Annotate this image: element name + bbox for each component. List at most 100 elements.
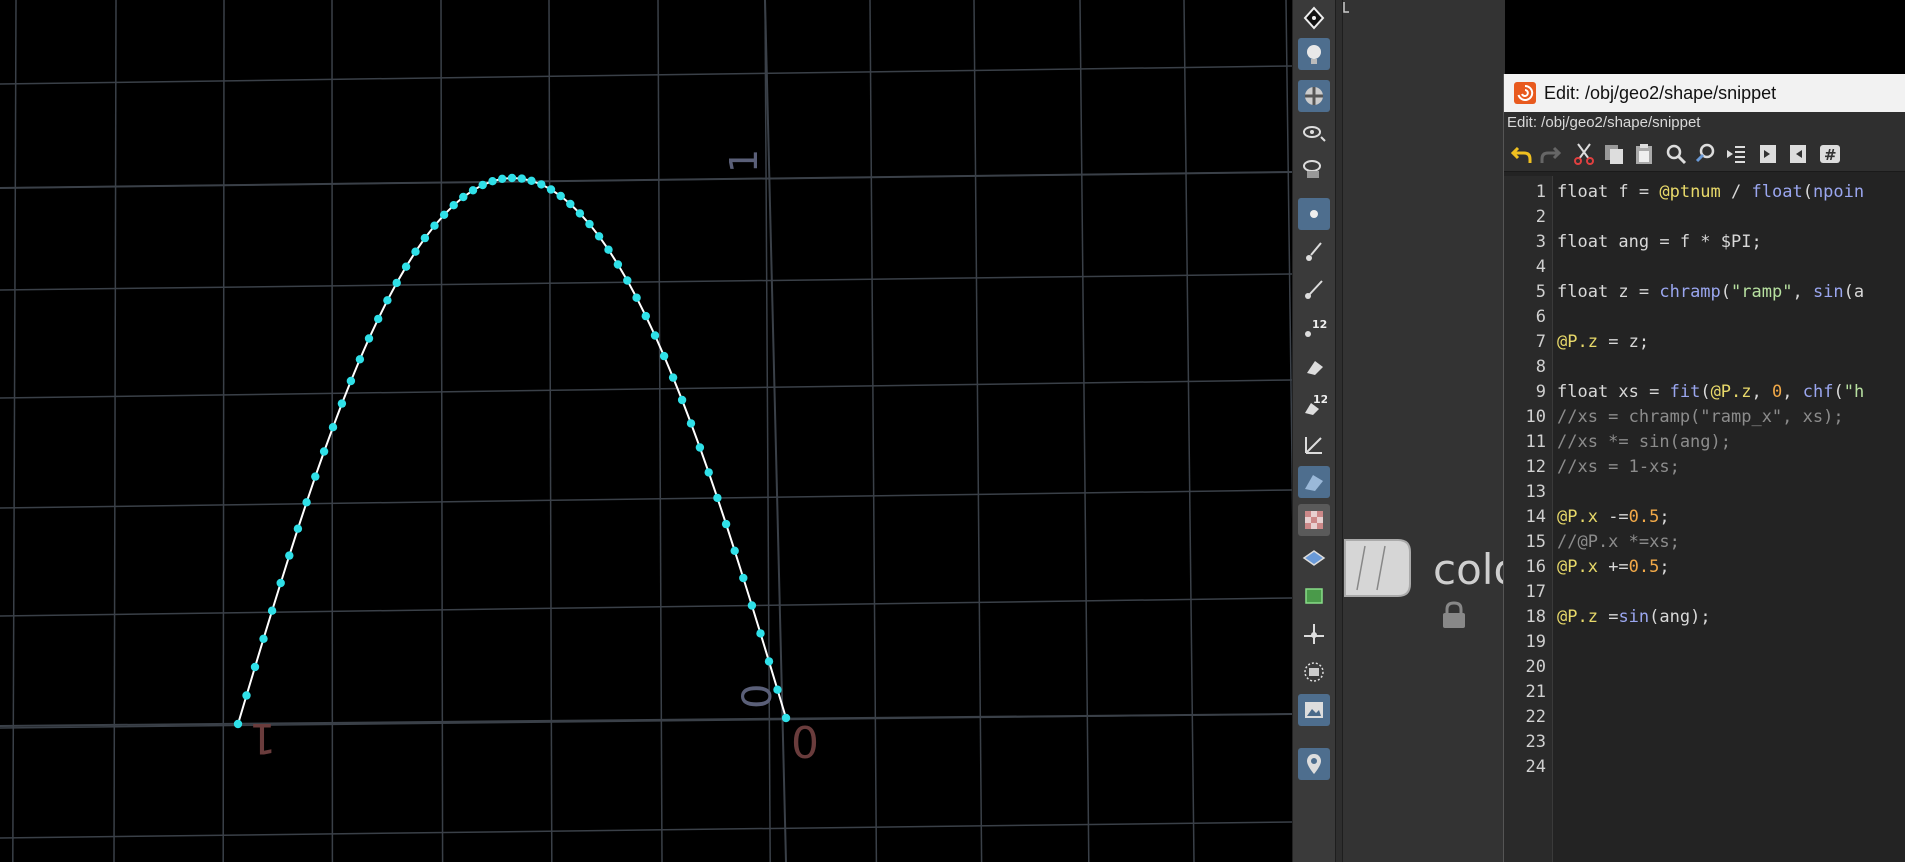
image-tool[interactable] — [1298, 694, 1330, 726]
code-token: , — [1792, 282, 1813, 302]
code-line[interactable]: //xs = chramp("ramp_x", xs); — [1557, 405, 1844, 430]
curve-point — [355, 355, 365, 364]
code-token: ; — [1659, 557, 1670, 577]
indent-button[interactable] — [1722, 140, 1750, 168]
curve-point — [527, 176, 536, 185]
curve-point — [537, 180, 546, 189]
pen-tool[interactable] — [1298, 274, 1330, 306]
find-button[interactable] — [1662, 140, 1690, 168]
code-token: -= — [1597, 507, 1629, 527]
code-line[interactable]: @P.z =sin(ang); — [1557, 605, 1711, 630]
curve-point — [585, 219, 594, 229]
uv-tool[interactable] — [1298, 580, 1330, 612]
paste-icon — [1636, 144, 1652, 164]
houdini-icon — [1514, 82, 1536, 104]
curve-point — [623, 276, 632, 285]
bookmark-next-button[interactable] — [1754, 140, 1782, 168]
grid-label-left-one: 1 — [249, 714, 276, 763]
line-number: 16 — [1525, 557, 1546, 577]
copy-button[interactable] — [1600, 140, 1628, 168]
line-number: 4 — [1535, 257, 1546, 277]
normals-tool[interactable] — [1298, 428, 1330, 460]
line-number: 13 — [1525, 482, 1546, 502]
template-tool[interactable] — [1298, 542, 1330, 574]
curve-point — [594, 232, 604, 241]
background-icon — [1304, 662, 1324, 682]
point-select-tool[interactable] — [1298, 198, 1330, 230]
primitive-number-tool[interactable]: 12 — [1298, 388, 1330, 420]
code-area[interactable]: 1 2 3 4 5 6 7 8 9 10 11 12 13 14 15 16 17 18 19 20 21 22 23 24 … — [1504, 176, 1905, 862]
code-token: , — [1751, 382, 1772, 402]
display-options-tool[interactable] — [1298, 80, 1330, 112]
code-line[interactable]: float ang = f * $PI; — [1557, 230, 1762, 255]
paste-button[interactable] — [1630, 140, 1658, 168]
construction-grid — [0, 0, 1292, 862]
node-name-label[interactable]: colo — [1433, 545, 1505, 594]
bookmark-prev-button[interactable] — [1784, 140, 1812, 168]
node-tile[interactable] — [1343, 538, 1413, 598]
curve-point — [641, 311, 650, 321]
curve-point — [459, 192, 468, 202]
curve-point — [668, 373, 678, 382]
line-number: 12 — [1525, 457, 1546, 477]
code-line[interactable]: float xs = fit(@P.z, 0, chf("h — [1557, 380, 1864, 405]
grid-label-top-one: 1 — [722, 149, 766, 173]
pane-divider[interactable] — [1335, 0, 1343, 862]
scene-viewport[interactable]: 1 0 1 0 — [0, 0, 1292, 862]
code-line[interactable]: //xs *= sin(ang); — [1557, 430, 1731, 455]
redo-button[interactable] — [1536, 140, 1564, 168]
grid-line — [0, 489, 1292, 509]
curve-point — [604, 245, 613, 254]
code-token: float xs = — [1557, 382, 1670, 402]
handle-tool[interactable] — [1298, 2, 1330, 34]
find-replace-button[interactable] — [1692, 140, 1720, 168]
line-number: 17 — [1525, 582, 1546, 602]
view-camera-tool[interactable] — [1298, 116, 1330, 148]
comment-button[interactable]: # — [1816, 140, 1844, 168]
pin-tool[interactable] — [1298, 748, 1330, 780]
paint-tool[interactable] — [1298, 350, 1330, 382]
curve-point — [449, 201, 458, 210]
curve-point — [242, 691, 251, 700]
brush-tool[interactable] — [1298, 236, 1330, 268]
code-line[interactable]: float f = @ptnum / float(npoin — [1557, 180, 1864, 205]
background-tool[interactable] — [1298, 656, 1330, 688]
origin-tool[interactable] — [1298, 618, 1330, 650]
code-token: chramp — [1659, 282, 1721, 302]
snap-camera-tool[interactable] — [1298, 152, 1330, 184]
code-token: //xs *= sin(ang); — [1557, 432, 1731, 452]
code-token: ; — [1659, 507, 1670, 527]
code-token: ( — [1700, 382, 1711, 402]
checker-tool[interactable] — [1298, 504, 1330, 536]
code-line[interactable]: @P.x -=0.5; — [1557, 505, 1670, 530]
curve-point — [677, 395, 687, 405]
code-editor-window: Edit: /obj/geo2/shape/snippet Edit: /obj… — [1503, 74, 1905, 862]
code-token: sin — [1812, 282, 1844, 302]
undo-button[interactable] — [1508, 140, 1536, 168]
lock-icon[interactable] — [1440, 600, 1468, 630]
code-line[interactable]: //@P.x *=xs; — [1557, 530, 1680, 555]
code-token: float ang = f * $PI; — [1557, 232, 1762, 252]
network-view[interactable]: colo — [1343, 0, 1505, 862]
code-token: / — [1720, 182, 1752, 202]
viewport-canvas[interactable]: 1 0 1 0 — [0, 0, 1292, 862]
code-line[interactable]: float z = chramp("ramp", sin(a — [1557, 280, 1864, 305]
grid-line — [869, 0, 878, 862]
light-tool[interactable] — [1298, 38, 1330, 70]
shaded-tool[interactable] — [1298, 466, 1330, 498]
cut-button[interactable] — [1570, 140, 1598, 168]
curve-point — [302, 498, 311, 507]
editor-title-bar[interactable]: Edit: /obj/geo2/shape/snippet — [1504, 74, 1905, 112]
pane-corner-mark — [1343, 2, 1349, 13]
code-token: , — [1782, 382, 1803, 402]
point-number-icon: 12 — [1305, 318, 1327, 337]
curve-point — [659, 351, 669, 361]
grid-line — [0, 171, 1292, 189]
grid-line — [0, 65, 1292, 85]
code-token: //xs = chramp("ramp_x", xs); — [1557, 407, 1844, 427]
code-line[interactable]: @P.z = z; — [1557, 330, 1649, 355]
point-number-tool[interactable]: 12 — [1298, 312, 1330, 344]
code-line[interactable]: //xs = 1-xs; — [1557, 455, 1680, 480]
curve-point — [650, 331, 660, 340]
code-line[interactable]: @P.x +=0.5; — [1557, 555, 1670, 580]
